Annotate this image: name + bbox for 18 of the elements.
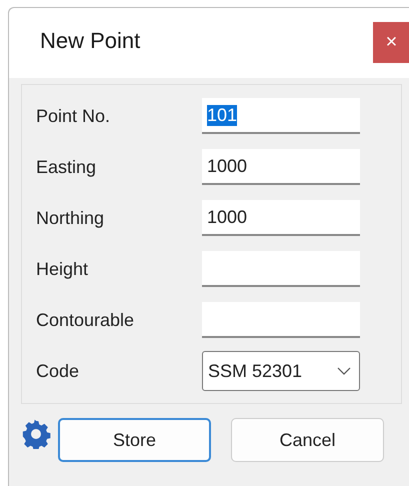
code-dropdown[interactable]: SSM 52301 [202, 351, 360, 391]
input-field[interactable] [202, 251, 360, 287]
field-label: Height [36, 258, 90, 280]
dialog-button[interactable]: Cancel [231, 418, 384, 462]
field-label: Easting [36, 156, 98, 178]
input-field[interactable]: 1000 [202, 200, 360, 236]
settings-icon[interactable] [21, 419, 51, 449]
field-label: Point No. [36, 106, 112, 126]
input-field[interactable]: 1000 [202, 149, 360, 185]
field-label: Code [36, 360, 80, 382]
field-label: Northing [36, 208, 106, 228]
field-label: Contourable [36, 310, 136, 330]
window-title: New Point [40, 28, 140, 54]
dialog-button[interactable]: Store [58, 418, 211, 462]
input-field[interactable] [202, 302, 360, 338]
chevron-down-icon [337, 367, 351, 375]
close-button[interactable]: × [373, 22, 409, 62]
input-field[interactable]: 101 [202, 98, 360, 134]
